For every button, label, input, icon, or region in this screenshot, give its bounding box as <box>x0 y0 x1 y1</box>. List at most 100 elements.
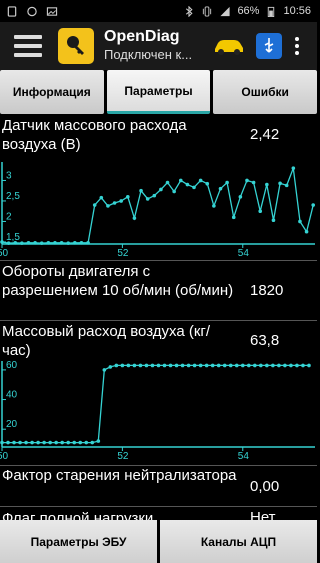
data-point <box>228 363 233 368</box>
data-point <box>162 363 167 368</box>
data-point <box>132 363 137 368</box>
data-point <box>66 440 71 445</box>
connection-status: Подключен к... <box>104 47 193 62</box>
image-icon <box>46 6 58 16</box>
data-point <box>86 240 90 245</box>
app-title: OpenDiag <box>104 28 180 45</box>
data-point <box>277 363 281 368</box>
data-point <box>172 189 176 194</box>
data-point <box>72 440 77 445</box>
status-bar: 66% 10:56 <box>0 0 317 22</box>
data-point <box>205 181 210 186</box>
data-point <box>99 195 104 200</box>
data-point <box>210 363 215 368</box>
data-point <box>234 363 239 368</box>
y-tick-label: 20 <box>6 419 18 430</box>
data-point <box>106 204 110 208</box>
y-tick-label: 2,5 <box>6 191 20 202</box>
param-label: Массовый расход воздуха (кг/час) <box>2 323 211 359</box>
data-point <box>145 197 150 201</box>
y-tick-label: 3 <box>6 170 12 181</box>
tab-errors[interactable]: Ошибки <box>213 70 318 114</box>
param-label: Фактор старения нейтрализатора <box>2 467 237 484</box>
data-point <box>138 363 143 368</box>
tab-info[interactable]: Информация <box>0 70 104 114</box>
series-line <box>2 364 309 444</box>
data-point <box>271 363 275 368</box>
data-point <box>311 203 315 207</box>
tab-parameters[interactable]: Параметры <box>106 70 211 114</box>
param-rpm[interactable]: Обороты двигателя с разрешением 10 об/ми… <box>0 261 317 321</box>
data-point <box>126 363 131 368</box>
x-tick-label: 54 <box>238 248 250 258</box>
app-logo-icon <box>58 28 94 64</box>
x-tick-label: 50 <box>0 248 9 258</box>
battery-percentage: 66% <box>237 5 260 17</box>
data-point <box>48 440 52 445</box>
param-label: Обороты двигателя с разрешением 10 об/ми… <box>2 263 234 299</box>
data-point <box>192 363 197 368</box>
data-point <box>180 363 185 368</box>
data-point <box>198 363 203 368</box>
car-icon[interactable] <box>212 35 246 57</box>
usb-icon[interactable] <box>256 33 282 59</box>
data-point <box>168 363 173 368</box>
data-point <box>185 182 190 187</box>
data-point <box>108 365 113 369</box>
x-tick-label: 52 <box>117 451 129 461</box>
data-point <box>283 363 287 368</box>
data-point <box>298 219 302 224</box>
battery-icon <box>268 6 275 17</box>
app-bar: OpenDiag Подключен к... <box>0 22 317 70</box>
data-point <box>259 363 263 368</box>
x-tick-label: 52 <box>117 248 129 258</box>
data-point <box>0 440 4 445</box>
data-point <box>156 363 161 368</box>
data-point <box>278 181 282 186</box>
param-maf-voltage[interactable]: Датчик массового расхода воздуха (В) 2,4… <box>0 114 317 260</box>
data-point <box>144 363 149 368</box>
data-point <box>59 240 64 245</box>
data-point <box>246 363 251 368</box>
data-point <box>120 363 125 368</box>
more-icon[interactable] <box>294 37 300 55</box>
param-catalyst-aging[interactable]: Фактор старения нейтрализатора 0,00 <box>0 466 317 506</box>
data-point <box>79 240 84 245</box>
data-point <box>30 440 34 445</box>
data-point <box>36 440 40 445</box>
data-point <box>90 440 95 445</box>
adc-channels-button[interactable]: Каналы АЦП <box>160 520 317 563</box>
param-full-load-flag[interactable]: Флаг полной нагрузки Нет <box>0 507 317 521</box>
data-point <box>307 363 311 368</box>
data-point <box>204 363 209 368</box>
data-point <box>6 241 11 245</box>
data-point <box>212 204 216 208</box>
data-point <box>60 440 64 445</box>
bottom-bar: Параметры ЭБУ Каналы АЦП <box>0 520 317 563</box>
data-point <box>102 368 107 372</box>
data-point <box>132 216 137 220</box>
data-point <box>46 240 51 245</box>
x-tick-label: 54 <box>238 451 250 461</box>
whatsapp-icon <box>27 6 37 16</box>
maf-voltage-chart: 1,5 2 2,5 3 50 52 54 <box>0 162 315 258</box>
menu-icon[interactable] <box>14 35 42 57</box>
data-point <box>271 218 276 223</box>
data-point <box>301 363 305 368</box>
clock: 10:56 <box>283 5 311 17</box>
param-mass-airflow[interactable]: Массовый расход воздуха (кг/час) 63,8 20… <box>0 321 317 465</box>
data-point <box>0 240 4 244</box>
x-tick-label: 50 <box>0 451 9 461</box>
param-value: 1820 <box>250 282 284 299</box>
data-point <box>192 185 196 190</box>
data-point <box>24 440 28 445</box>
data-point <box>39 241 44 245</box>
data-point <box>245 178 249 183</box>
data-point <box>42 440 46 445</box>
y-tick-label: 2 <box>6 211 12 222</box>
data-point <box>258 209 263 213</box>
y-tick-label: 40 <box>6 390 18 401</box>
param-label: Датчик массового расхода воздуха (В) <box>2 117 187 153</box>
ecu-parameters-button[interactable]: Параметры ЭБУ <box>0 520 157 563</box>
data-point <box>114 363 119 368</box>
